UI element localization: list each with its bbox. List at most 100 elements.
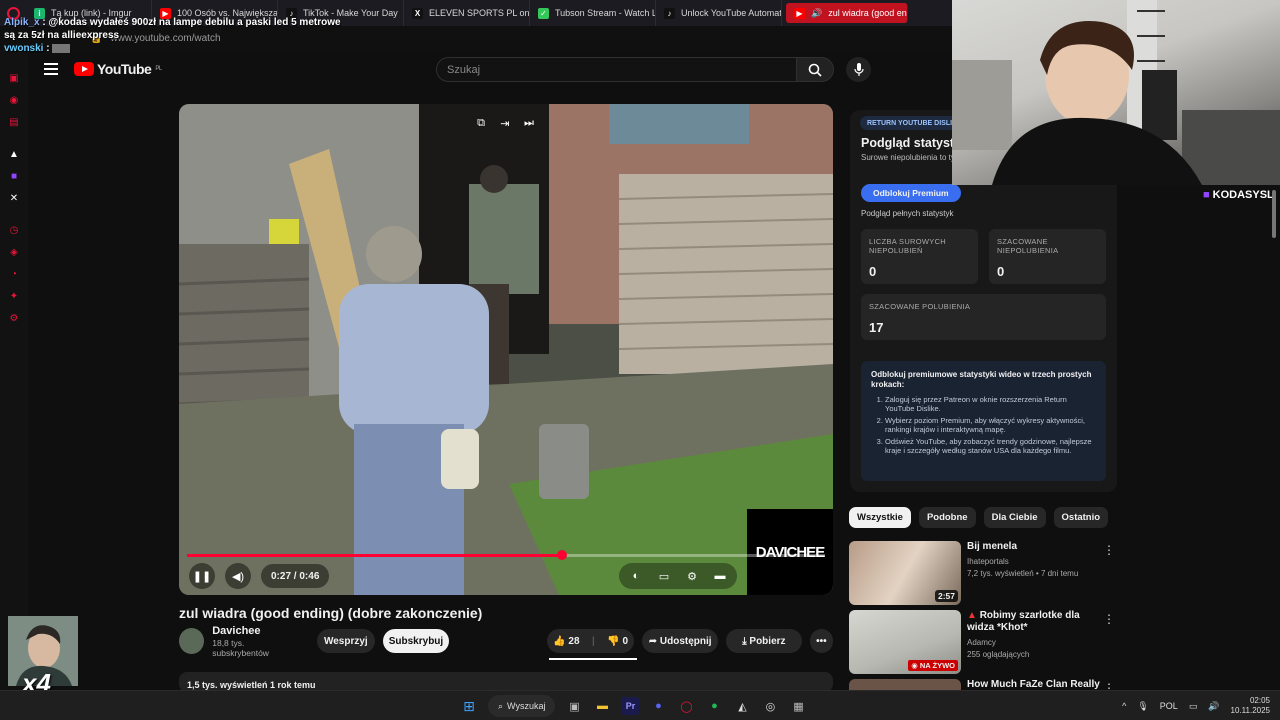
obs-icon[interactable]: ◎ — [761, 697, 779, 715]
volume-icon[interactable]: 🔊 — [1208, 701, 1219, 712]
tab-tiktok-unlock[interactable]: ♪ Unlock YouTube Automation — [656, 0, 782, 26]
description-box[interactable]: 1,5 tys. wyświetleń 1 rok temu — [179, 672, 833, 692]
clock-icon[interactable]: ◔ — [8, 268, 20, 280]
recommendation-channel[interactable]: Adamcy — [967, 638, 1107, 648]
network-icon[interactable]: ▭ — [1189, 701, 1198, 712]
stat-estimated-dislikes: SZACOWANE NIEPOLUBIENIA 0 — [989, 229, 1106, 284]
theater-mode-icon[interactable]: ▬ — [711, 570, 729, 582]
extensions-icon[interactable]: ✦ — [8, 290, 20, 302]
like-dislike-group: 👍 28 | 👎 0 — [546, 629, 635, 653]
microphone-icon[interactable]: 🎙 — [1137, 701, 1148, 712]
subscribe-button[interactable]: Subskrybuj — [382, 629, 449, 653]
info-steps: Zaloguj się przez Patreon w oknie rozsze… — [871, 395, 1096, 455]
emote-icon — [52, 43, 71, 53]
tab-tubson-stream[interactable]: ✓ Tubson Stream - Watch Live — [530, 0, 656, 26]
download-icon: ⤓ — [742, 635, 750, 647]
download-button[interactable]: ⤓ Pobierz — [726, 629, 802, 653]
twitch-icon[interactable]: ■ — [8, 170, 20, 182]
menu-icon[interactable] — [44, 63, 58, 75]
more-actions-button[interactable]: ••• — [809, 629, 834, 653]
side-background — [1118, 185, 1280, 690]
share-button[interactable]: ➦ Udostępnij — [642, 629, 719, 653]
page-scrollbar[interactable] — [1272, 190, 1276, 238]
search-button[interactable] — [796, 57, 834, 82]
recommendation-title[interactable]: How Much FaZe Clan Really — [967, 679, 1107, 690]
chip-all[interactable]: Wszystkie — [849, 507, 911, 528]
chip-for-you[interactable]: Dla Ciebie — [983, 507, 1046, 528]
pause-button[interactable]: ❚❚ — [189, 563, 215, 589]
x-icon[interactable]: ✕ — [8, 192, 20, 204]
chevron-up-icon[interactable]: ^ — [1122, 701, 1126, 711]
aria-icon[interactable]: ▲ — [8, 148, 20, 160]
video-thumbnail[interactable]: 2:57 — [849, 541, 961, 605]
spotify-icon[interactable]: ● — [705, 697, 723, 715]
more-options-icon[interactable]: ⋮ — [1103, 543, 1115, 557]
recommendation-channel[interactable]: Ihateportals — [967, 557, 1107, 567]
messenger-icon[interactable]: ◉ — [8, 94, 20, 106]
tab-active-video[interactable]: ▶ 🔊 zul wiadra (good ending) (dob — [786, 3, 908, 23]
more-options-icon[interactable]: ⋮ — [1103, 681, 1115, 690]
capcut-icon[interactable]: ◭ — [733, 697, 751, 715]
taskbar-search[interactable]: ⌕ Wyszukaj — [488, 695, 556, 717]
info-title: Odblokuj premiumowe statystyki wideo w t… — [871, 370, 1092, 389]
premium-info-box: Odblokuj premiumowe statystyki wideo w t… — [861, 361, 1106, 481]
notes-icon[interactable]: ▤ — [8, 116, 20, 128]
clock[interactable]: 02:05 10.11.2025 — [1231, 696, 1270, 716]
youtube-logo[interactable]: YouTube PL — [74, 61, 162, 77]
chip-similar[interactable]: Podobne — [918, 507, 976, 528]
search-input[interactable]: Szukaj — [436, 57, 826, 82]
miniplayer-icon[interactable]: ⧉ — [474, 116, 488, 130]
recommendation-item[interactable]: 2:57 Bij menela Ihateportals 7,2 tys. wy… — [849, 541, 1119, 605]
webcam-frame — [952, 0, 1280, 185]
windows-start-icon[interactable]: ⊞ — [460, 697, 478, 715]
video-player[interactable]: ⧉ ⇥ ⏭ DAVICHEE ❚❚ ◀) 0:27 / 0:46 ◐ ▭ ⚙ ▬ — [179, 104, 833, 595]
channel-name[interactable]: Davichee — [212, 625, 301, 637]
opera-gx-icon[interactable]: ◯ — [677, 697, 695, 715]
screen: i Tą kup (link) - Imgur ▶ 100 Osób vs. N… — [0, 0, 1280, 720]
workspace-icon[interactable]: ▣ — [8, 72, 20, 84]
chat-message: Alpik_x : @kodas wydałeś 900zł na lampe … — [4, 17, 341, 41]
player-right-controls: ◐ ▭ ⚙ ▬ — [619, 563, 737, 589]
x-icon: X — [412, 7, 423, 19]
recommendation-item[interactable]: How Much FaZe Clan Really ⋮ — [849, 679, 1119, 690]
recommendation-stats: 7,2 tys. wyświetleń • 7 dni temu — [967, 569, 1079, 578]
stat-estimated-likes: SZACOWANE POLUBIENIA 17 — [861, 294, 1106, 340]
video-title: zul wiadra (good ending) (dobre zakoncze… — [179, 605, 483, 621]
stat-raw-dislikes: LICZBA SUROWYCH NIEPOLUBIEŃ 0 — [861, 229, 978, 284]
discord-icon[interactable]: ● — [649, 697, 667, 715]
streamer-webcam — [952, 0, 1280, 185]
autoplay-toggle-icon[interactable]: ◐ — [627, 570, 645, 582]
chip-recent[interactable]: Ostatnio — [1053, 507, 1109, 528]
recommendation-title[interactable]: Bij menela — [967, 541, 1107, 553]
browser-sidebar: ▣ ◉ ▤ ▲ ■ ✕ ◷ ◈ ◔ ✦ ⚙ — [0, 50, 28, 690]
history-icon[interactable]: ◷ — [8, 224, 20, 236]
like-button[interactable]: 👍 28 — [553, 636, 579, 647]
cast-icon[interactable]: ⇥ — [498, 116, 512, 130]
channel-avatar[interactable] — [179, 628, 205, 654]
volume-icon: ◀) — [231, 570, 245, 583]
pause-icon: ❚❚ — [192, 570, 212, 583]
recommendation-item[interactable]: ◉ NA ŻYWO ▲ Robimy szarlotke dla widza *… — [849, 610, 1119, 674]
premiere-pro-icon[interactable]: Pr — [621, 697, 640, 715]
recommendation-title[interactable]: ▲ Robimy szarlotke dla widza *Khot* — [967, 610, 1107, 634]
video-duration: 2:57 — [934, 590, 958, 602]
voice-search-button[interactable] — [846, 57, 871, 82]
settings-icon[interactable]: ⚙ — [8, 312, 20, 324]
language-indicator[interactable]: POL — [1160, 701, 1178, 711]
file-explorer-icon[interactable]: ▬ — [593, 697, 611, 715]
tab-x-eleven-sports[interactable]: X ELEVEN SPORTS PL on X — [404, 0, 530, 26]
bookmark-icon[interactable]: ◈ — [8, 246, 20, 258]
more-icon: ••• — [816, 635, 827, 647]
dislike-button[interactable]: 👎 0 — [607, 636, 628, 647]
video-thumbnail[interactable] — [849, 679, 961, 690]
support-button[interactable]: Wesprzyj — [316, 629, 375, 653]
task-view-icon[interactable]: ▣ — [565, 697, 583, 715]
subtitles-icon[interactable]: ▭ — [655, 570, 673, 583]
next-icon[interactable]: ⏭ — [522, 116, 536, 130]
calculator-icon[interactable]: ▦ — [789, 697, 807, 715]
settings-icon[interactable]: ⚙ — [683, 570, 701, 583]
more-options-icon[interactable]: ⋮ — [1103, 612, 1115, 626]
volume-button[interactable]: ◀) — [225, 563, 251, 589]
video-thumbnail[interactable]: ◉ NA ŻYWO — [849, 610, 961, 674]
unlock-premium-button[interactable]: Odblokuj Premium — [861, 184, 961, 202]
